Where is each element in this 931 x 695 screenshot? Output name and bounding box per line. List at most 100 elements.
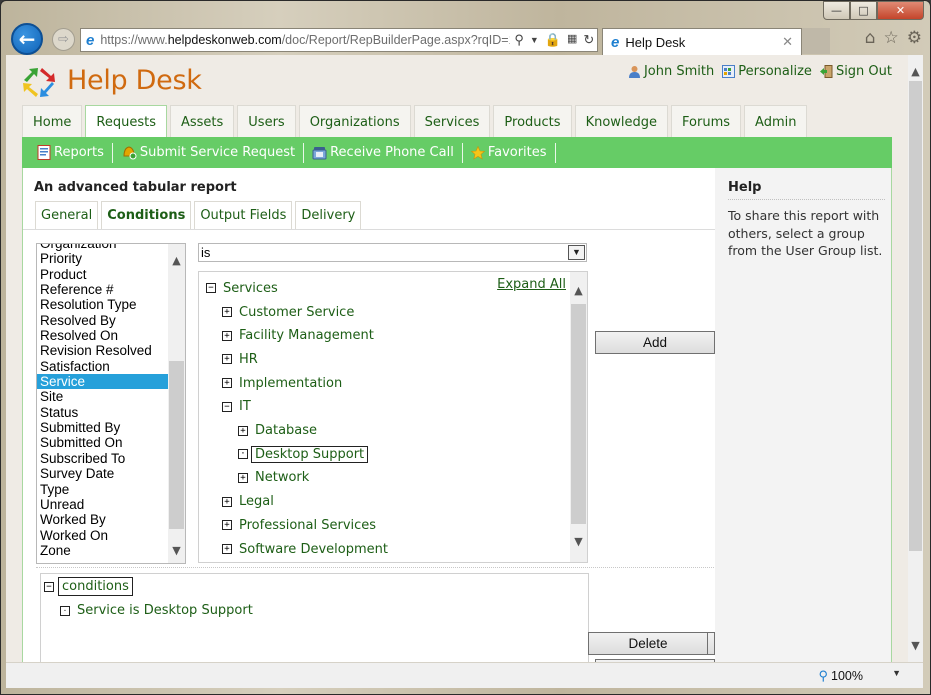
field-option[interactable]: Resolution Type (37, 297, 168, 312)
maximize-button[interactable]: □ (850, 1, 877, 20)
field-option[interactable]: Worked By (37, 512, 168, 527)
field-option[interactable]: Service (37, 374, 168, 390)
field-option[interactable]: Status (37, 405, 168, 420)
sign-out-link[interactable]: Sign Out (819, 64, 892, 79)
tab-admin[interactable]: Admin (744, 105, 808, 138)
collapse-icon[interactable]: − (222, 401, 232, 412)
url-text[interactable]: https://www.helpdeskonweb.com/doc/Report… (100, 33, 510, 47)
field-option[interactable]: Unread (37, 497, 168, 512)
tree-node[interactable]: + HR (222, 349, 258, 369)
chevron-down-icon[interactable]: ▼ (168, 544, 185, 557)
tree-node[interactable]: − IT (222, 397, 251, 417)
zoom-dropdown-icon[interactable]: ▼ (892, 668, 901, 678)
back-button[interactable]: ← (11, 23, 43, 55)
gear-icon[interactable]: ⚙ (907, 28, 922, 48)
forward-button[interactable]: ⇨ (52, 28, 75, 51)
field-listbox[interactable]: Organization Priority Product Reference # Re… (36, 243, 186, 564)
new-tab-button[interactable] (802, 28, 830, 54)
expand-icon[interactable]: + (222, 307, 232, 317)
field-option[interactable]: Product (37, 267, 168, 282)
chevron-up-icon[interactable]: ▲ (570, 284, 587, 297)
search-icon[interactable]: ⚲ (514, 32, 524, 48)
tree-node-root[interactable]: − Services (206, 278, 278, 298)
tab-forums[interactable]: Forums (671, 105, 742, 138)
chevron-down-icon[interactable]: ▼ (570, 535, 587, 548)
expand-icon[interactable]: + (222, 378, 232, 389)
scrollbar-thumb[interactable] (909, 81, 922, 551)
minimize-button[interactable]: — (823, 1, 850, 20)
tree-node[interactable]: + Professional Services (222, 515, 376, 535)
field-option[interactable]: Zone (37, 543, 168, 558)
field-option[interactable]: Priority (37, 251, 168, 266)
tab-services[interactable]: Services (413, 105, 491, 138)
tab-general[interactable]: General (35, 201, 99, 229)
collapse-icon[interactable]: − (44, 581, 54, 592)
conditions-root[interactable]: − conditions (44, 577, 133, 596)
field-list-scrollbar[interactable]: ▲ ▼ (168, 244, 185, 563)
home-icon[interactable]: ⌂ (865, 28, 876, 48)
favorites-star-icon[interactable]: ☆ (884, 28, 899, 48)
tab-products[interactable]: Products (493, 105, 572, 138)
tab-requests[interactable]: Requests (85, 105, 167, 139)
zoom-control[interactable]: ⚲ 100% (818, 668, 863, 684)
expand-icon[interactable]: + (222, 330, 232, 341)
field-option[interactable]: Worked On (37, 528, 168, 543)
expand-icon[interactable]: + (238, 425, 248, 436)
scrollbar-thumb[interactable] (571, 304, 586, 524)
tab-assets[interactable]: Assets (169, 105, 235, 138)
tree-node[interactable]: + Customer Service (222, 302, 354, 322)
field-option[interactable]: Subscribed To (37, 451, 168, 466)
expand-icon[interactable]: + (238, 472, 248, 483)
close-tab-icon[interactable]: ✕ (782, 34, 793, 50)
field-option[interactable]: Resolved By (37, 313, 168, 328)
tree-node[interactable]: + Legal (222, 492, 274, 512)
user-profile-link[interactable]: John Smith (628, 64, 714, 79)
field-option[interactable]: Type (37, 482, 168, 497)
favorites-link[interactable]: Favorites (463, 142, 556, 163)
address-bar[interactable]: e https://www.helpdeskonweb.com/doc/Repo… (80, 28, 598, 52)
expand-icon[interactable]: + (222, 354, 232, 365)
chevron-down-icon[interactable]: ▼ (908, 639, 923, 652)
chevron-down-icon[interactable]: ▼ (568, 245, 585, 260)
delete-button[interactable]: Delete (588, 632, 708, 655)
field-option[interactable]: Site (37, 389, 168, 404)
field-option[interactable]: Revision Resolved (37, 343, 168, 358)
chevron-up-icon[interactable]: ▲ (168, 254, 185, 267)
operator-select[interactable]: is ▼ (198, 243, 587, 262)
tab-knowledge[interactable]: Knowledge (574, 105, 669, 138)
condition-item[interactable]: · Service is Desktop Support (60, 603, 253, 618)
page-scrollbar[interactable]: ▲ ▼ (908, 55, 923, 662)
browser-tab[interactable]: e Help Desk ✕ (602, 28, 802, 55)
field-option[interactable]: Submitted By (37, 420, 168, 435)
collapse-icon[interactable]: − (206, 283, 216, 293)
tab-conditions[interactable]: Conditions (101, 201, 192, 229)
compat-view-icon[interactable]: ▦ (567, 32, 577, 48)
tree-node[interactable]: · Desktop Support (238, 444, 369, 464)
dropdown-icon[interactable]: ▼ (530, 32, 539, 48)
receive-phone-call-link[interactable]: Receive Phone Call (304, 142, 463, 163)
lock-icon[interactable]: 🔒 (545, 32, 561, 48)
field-option[interactable]: Organization (37, 244, 168, 251)
submit-service-request-link[interactable]: Submit Service Request (113, 142, 305, 163)
tree-node[interactable]: + Software Development (222, 539, 388, 559)
field-option[interactable]: Resolved On (37, 328, 168, 343)
expand-icon[interactable]: + (222, 520, 232, 531)
tree-node[interactable]: + Implementation (222, 373, 342, 393)
add-button[interactable]: Add (595, 331, 715, 354)
chevron-up-icon[interactable]: ▲ (908, 65, 923, 78)
tree-node[interactable]: + Facility Management (222, 326, 374, 346)
tree-node[interactable]: + Database (238, 421, 317, 441)
close-window-button[interactable]: ✕ (877, 1, 924, 20)
tab-organizations[interactable]: Organizations (298, 105, 411, 138)
tab-home[interactable]: Home (22, 105, 83, 138)
expand-icon[interactable]: + (222, 544, 232, 554)
personalize-link[interactable]: Personalize (722, 64, 812, 79)
tab-output-fields[interactable]: Output Fields (194, 201, 293, 229)
expand-icon[interactable]: + (222, 496, 232, 507)
tree-scrollbar[interactable]: ▲ ▼ (570, 272, 587, 562)
scrollbar-thumb[interactable] (169, 361, 184, 529)
tab-delivery[interactable]: Delivery (295, 201, 362, 229)
field-option[interactable]: Satisfaction (37, 359, 168, 374)
expand-all-link[interactable]: Expand All (497, 277, 566, 292)
tree-node[interactable]: + Network (238, 468, 309, 488)
